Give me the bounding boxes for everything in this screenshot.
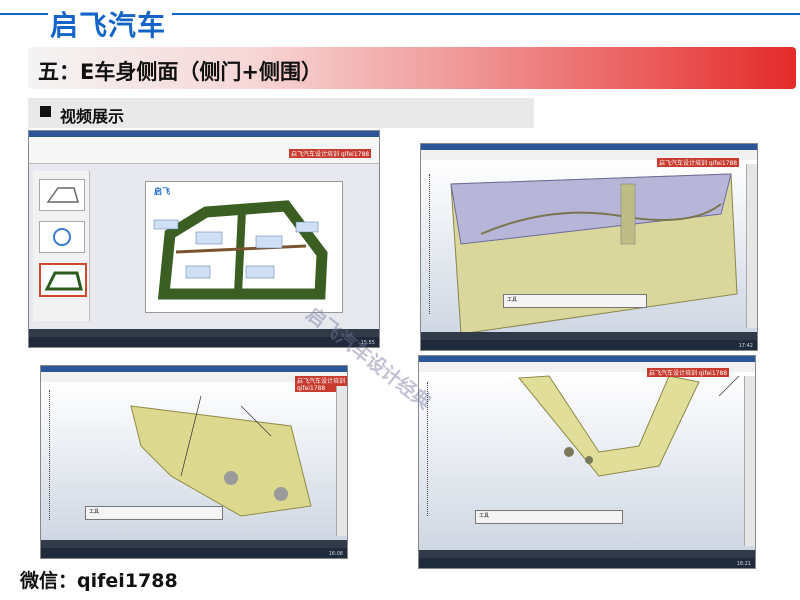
header-rule-right bbox=[172, 13, 800, 15]
screenshot-catia-door-ring[interactable]: 启飞汽车设计培训 qifei1788 工具 18:21 bbox=[418, 355, 756, 569]
video-player-bar[interactable] bbox=[41, 540, 347, 548]
screenshot-catia-side-surface[interactable]: 启飞汽车设计培训 qifei1788 工具 16:08 bbox=[40, 365, 348, 559]
os-taskbar: 17:42 bbox=[421, 340, 757, 350]
slide-thumb-2[interactable] bbox=[39, 221, 85, 253]
spec-tree-lines bbox=[429, 174, 485, 314]
overlay-tag: 启飞汽车设计培训 qifei1788 bbox=[647, 368, 730, 377]
tools-dialog[interactable]: 工具 bbox=[475, 510, 623, 524]
cad-toolbar-right[interactable] bbox=[746, 164, 757, 328]
section-heading: 视频展示 bbox=[60, 107, 125, 126]
spec-tree[interactable] bbox=[425, 174, 485, 314]
bullet-square-icon bbox=[40, 106, 51, 117]
slide-thumbnail-panel bbox=[33, 171, 90, 321]
cad-toolbar-right[interactable] bbox=[744, 376, 755, 546]
spec-tree[interactable] bbox=[45, 390, 101, 520]
spec-tree-lines bbox=[49, 390, 101, 520]
cad-toolbar-right[interactable] bbox=[336, 386, 347, 536]
tools-dialog[interactable]: 工具 bbox=[85, 506, 223, 520]
wechat-contact: 微信：qifei1788 bbox=[20, 570, 178, 592]
slide-thumb-3[interactable] bbox=[39, 263, 87, 297]
taskbar-clock: 17:42 bbox=[738, 343, 753, 349]
side-frame-graphic bbox=[153, 200, 328, 300]
overlay-tag: 启飞汽车设计培训 qifei1788 bbox=[657, 158, 740, 167]
slide-thumb-1-graphic bbox=[46, 187, 79, 203]
brand-logo-text: 启飞汽车 bbox=[50, 9, 167, 42]
slide-thumb-2-graphic bbox=[53, 228, 71, 246]
screenshot-catia-door-panel[interactable]: 启飞汽车设计培训 qifei1788 工具 17:42 bbox=[420, 143, 758, 351]
overlay-tag: 启飞汽车设计培训 qifei1788 bbox=[289, 149, 372, 158]
tools-dialog[interactable]: 工具 bbox=[503, 294, 647, 308]
video-player-bar[interactable] bbox=[421, 332, 757, 340]
spec-tree[interactable] bbox=[423, 382, 483, 516]
os-taskbar: 18:21 bbox=[419, 558, 755, 568]
taskbar-clock: 16:08 bbox=[328, 551, 343, 557]
os-taskbar: 16:08 bbox=[41, 548, 347, 558]
slide-canvas: 启飞 bbox=[145, 181, 343, 313]
slide-thumb-3-graphic bbox=[44, 271, 83, 291]
header-rule-left bbox=[0, 13, 48, 15]
slide-title: 五：E车身侧面（侧门+侧围） bbox=[38, 60, 322, 84]
taskbar-clock: 18:21 bbox=[736, 561, 751, 567]
spec-tree-lines bbox=[427, 382, 483, 516]
video-player-bar[interactable] bbox=[419, 550, 755, 558]
slide-thumb-1[interactable] bbox=[39, 179, 85, 211]
